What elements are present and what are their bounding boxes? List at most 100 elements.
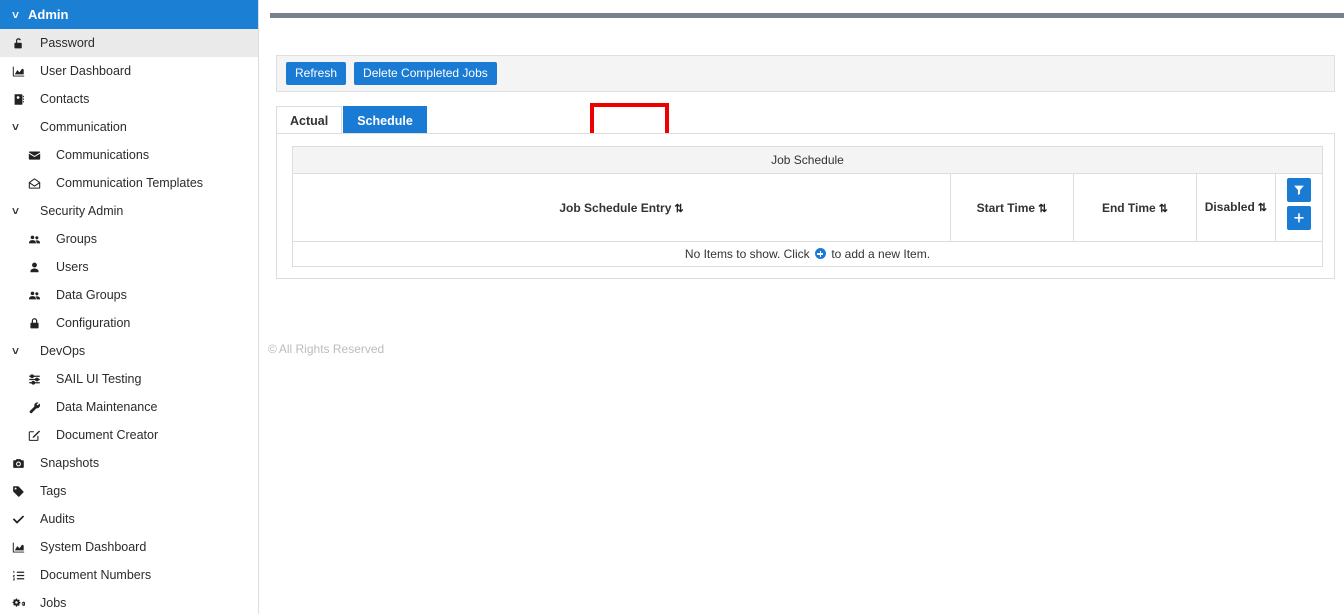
- chevron-down-icon: ˅: [12, 120, 20, 134]
- envelope-icon: [28, 149, 48, 162]
- tab-actual[interactable]: Actual: [276, 106, 343, 134]
- sidebar-item-devops[interactable]: ˅ DevOps: [0, 337, 258, 365]
- column-header-label: End Time: [1101, 200, 1156, 215]
- sidebar-item-label: Communication Templates: [56, 176, 204, 190]
- sidebar-item-label: Users: [56, 260, 89, 274]
- chart-area-icon: [12, 541, 32, 554]
- add-button[interactable]: [1286, 206, 1311, 230]
- sidebar-item-groups[interactable]: Groups: [0, 225, 258, 253]
- lock-icon: [28, 317, 48, 330]
- sidebar-item-communication[interactable]: ˅ Communication: [0, 113, 258, 141]
- sidebar-nav-list: Password User Dashboard Contacts ˅ Communica…: [0, 29, 258, 614]
- sidebar-item-label: Communication: [40, 120, 127, 134]
- sidebar-item-label: System Dashboard: [40, 540, 147, 554]
- filter-button[interactable]: [1286, 178, 1311, 202]
- delete-completed-jobs-button[interactable]: Delete Completed Jobs: [354, 62, 497, 85]
- sidebar-item-security-admin[interactable]: ˅ Security Admin: [0, 197, 258, 225]
- sort-arrows-icon[interactable]: ⇅: [1159, 203, 1168, 215]
- unlock-icon: [12, 37, 32, 50]
- sidebar-item-label: DevOps: [40, 344, 86, 358]
- action-toolbar: Refresh Delete Completed Jobs: [276, 55, 1335, 92]
- sidebar-item-label: Document Numbers: [40, 568, 152, 582]
- sidebar-item-label: Contacts: [40, 92, 90, 106]
- sidebar-item-label: Password: [40, 36, 95, 50]
- sidebar-header-label: Admin: [28, 7, 69, 22]
- column-header-job-schedule-entry[interactable]: Job Schedule Entry ⇅: [292, 173, 951, 242]
- sidebar-item-sail-ui-testing[interactable]: SAIL UI Testing: [0, 365, 258, 393]
- sidebar-item-user-dashboard[interactable]: User Dashboard: [0, 57, 258, 85]
- sidebar-item-data-groups[interactable]: Data Groups: [0, 281, 258, 309]
- sort-arrows-icon[interactable]: ⇅: [1038, 203, 1047, 215]
- users-icon: [28, 289, 48, 302]
- tag-icon: [12, 485, 32, 498]
- envelope-open-icon: [28, 177, 48, 190]
- sidebar-item-system-dashboard[interactable]: System Dashboard: [0, 533, 258, 561]
- sort-arrows-icon[interactable]: ⇅: [1258, 202, 1267, 214]
- sidebar-item-label: Security Admin: [40, 204, 124, 218]
- sidebar-item-jobs[interactable]: Jobs: [0, 589, 258, 614]
- empty-message-suffix: to add a new Item.: [831, 247, 931, 261]
- chevron-down-icon: ˅: [12, 344, 20, 358]
- wrench-icon: [28, 401, 48, 414]
- sidebar-item-snapshots[interactable]: Snapshots: [0, 449, 258, 477]
- footer: © All Rights Reserved: [268, 342, 384, 356]
- sidebar-item-document-numbers[interactable]: Document Numbers: [0, 561, 258, 589]
- sidebar: ˅ Admin Password User Dashboard Contacts ˅ C…: [0, 0, 259, 614]
- sidebar-item-contacts[interactable]: Contacts: [0, 85, 258, 113]
- column-header-end-time[interactable]: End Time ⇅: [1072, 173, 1197, 242]
- table-header-row: Job Schedule Entry ⇅ Start Time ⇅ End Time ⇅ D…: [292, 173, 1324, 242]
- plus-circle-icon[interactable]: [814, 248, 826, 259]
- sliders-icon: [28, 373, 48, 386]
- column-header-label: Job Schedule Entry: [559, 200, 672, 215]
- plus-icon: [1287, 212, 1311, 224]
- sidebar-item-label: Data Groups: [56, 288, 127, 302]
- sidebar-item-label: SAIL UI Testing: [56, 372, 142, 386]
- tab-schedule[interactable]: Schedule: [343, 106, 427, 134]
- column-header-label: Start Time: [976, 200, 1036, 215]
- sidebar-item-label: Communications: [56, 148, 150, 162]
- sidebar-item-data-maintenance[interactable]: Data Maintenance: [0, 393, 258, 421]
- table-empty-row: No Items to show. Click to add a new Ite…: [292, 241, 1323, 267]
- sidebar-item-communications[interactable]: Communications: [0, 141, 258, 169]
- top-divider-bar: [270, 13, 1344, 18]
- sidebar-item-communication-templates[interactable]: Communication Templates: [0, 169, 258, 197]
- sidebar-item-password[interactable]: Password: [0, 29, 258, 57]
- table-title: Job Schedule: [292, 146, 1323, 174]
- sidebar-item-label: Groups: [56, 232, 97, 246]
- job-schedule-table: Job Schedule Job Schedule Entry ⇅ Start Ti…: [292, 146, 1324, 267]
- address-book-icon: [12, 93, 32, 106]
- sidebar-item-label: Tags: [40, 484, 67, 498]
- sidebar-item-configuration[interactable]: Configuration: [0, 309, 258, 337]
- sidebar-header-admin[interactable]: ˅ Admin: [0, 0, 258, 29]
- sidebar-item-label: Data Maintenance: [56, 400, 158, 414]
- sidebar-item-audits[interactable]: Audits: [0, 505, 258, 533]
- sidebar-item-label: Jobs: [40, 596, 67, 610]
- sidebar-item-users[interactable]: Users: [0, 253, 258, 281]
- grid-action-cell: [1274, 173, 1324, 242]
- user-icon: [28, 261, 48, 274]
- sort-arrows-icon[interactable]: ⇅: [674, 203, 683, 215]
- empty-message-prefix: No Items to show. Click: [684, 247, 810, 261]
- table-title-row: Job Schedule: [292, 146, 1323, 174]
- refresh-button[interactable]: Refresh: [286, 62, 347, 85]
- sidebar-item-label: User Dashboard: [40, 64, 132, 78]
- edit-icon: [28, 429, 48, 442]
- column-header-start-time[interactable]: Start Time ⇅: [949, 173, 1074, 242]
- filter-icon: [1287, 184, 1311, 196]
- empty-state-cell: No Items to show. Click to add a new Ite…: [292, 241, 1323, 267]
- list-ol-icon: [12, 569, 32, 582]
- users-icon: [28, 233, 48, 246]
- chart-area-icon: [12, 65, 32, 78]
- sidebar-item-label: Document Creator: [56, 428, 159, 442]
- cogs-icon: [12, 597, 32, 610]
- sidebar-item-tags[interactable]: Tags: [0, 477, 258, 505]
- sidebar-item-label: Audits: [40, 512, 75, 526]
- main-content: Refresh Delete Completed Jobs Actual Sche…: [259, 0, 1344, 614]
- check-icon: [12, 513, 32, 526]
- column-header-disabled[interactable]: Disabled ⇅: [1195, 173, 1276, 242]
- application-root: ˅ Admin Password User Dashboard Contacts ˅ C…: [0, 0, 1344, 614]
- sidebar-item-document-creator[interactable]: Document Creator: [0, 421, 258, 449]
- tab-strip: Actual Schedule: [276, 106, 1335, 134]
- chevron-down-icon: ˅: [12, 7, 20, 22]
- camera-icon: [12, 457, 32, 470]
